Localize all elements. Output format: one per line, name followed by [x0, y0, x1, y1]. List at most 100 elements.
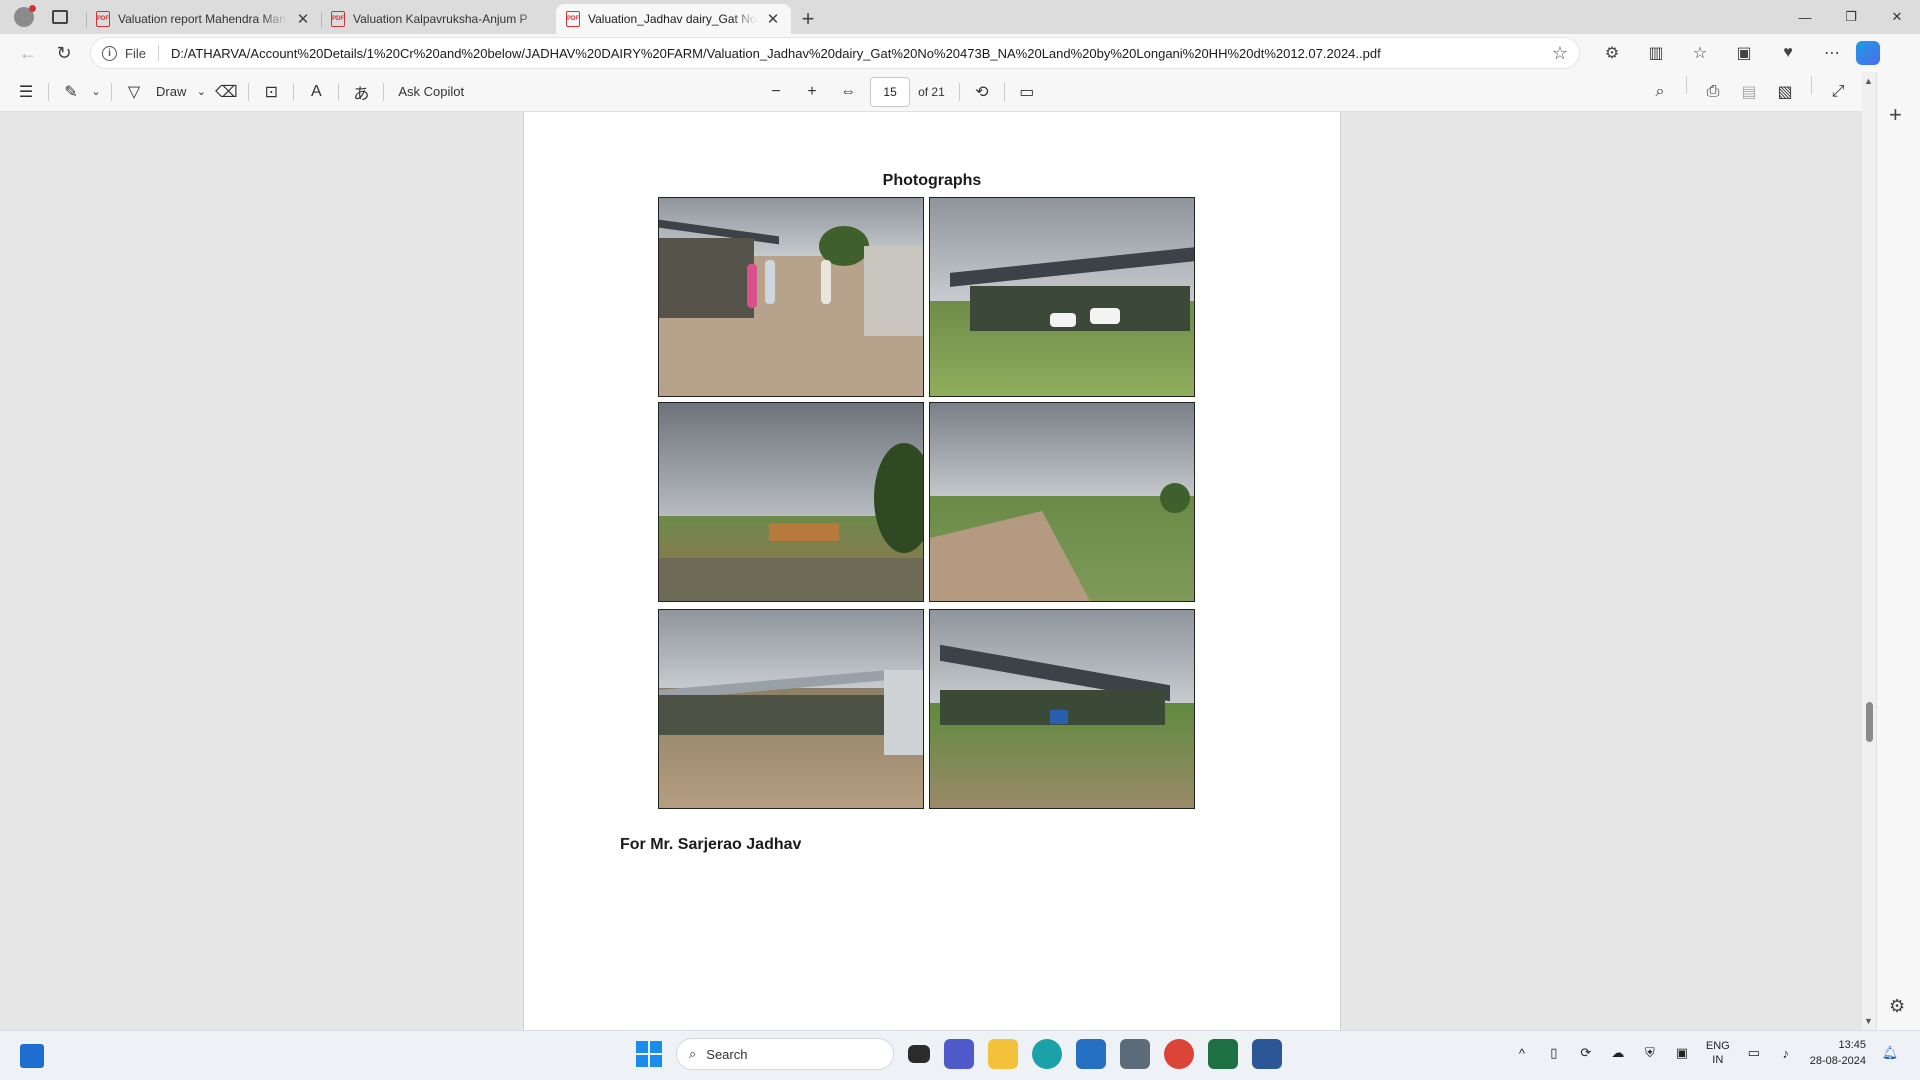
divider — [248, 82, 250, 101]
pdf-page: Photographs For Mr. Sarjerao Jadhav — [523, 112, 1341, 1030]
save-icon[interactable]: ▤ — [1733, 76, 1765, 108]
scroll-up-icon[interactable]: ▲ — [1864, 76, 1873, 86]
back-arrow-icon[interactable]: ← — [10, 37, 46, 69]
task-view-icon[interactable] — [908, 1045, 930, 1063]
contents-icon[interactable]: ☰ — [10, 76, 42, 108]
pdf-file-icon: PDF — [96, 11, 110, 27]
copilot-icon[interactable] — [1856, 41, 1880, 65]
calculator-icon[interactable] — [1120, 1039, 1150, 1069]
language-indicator[interactable]: ENG IN — [1706, 1039, 1730, 1067]
file-explorer-icon[interactable] — [988, 1039, 1018, 1069]
text-box-icon[interactable]: ⊡ — [255, 76, 287, 108]
network-icon[interactable]: ▭ — [1746, 1045, 1762, 1061]
cloud-icon[interactable]: ☁ — [1610, 1045, 1626, 1061]
photo-shed-and-lawn — [929, 609, 1195, 809]
photo-cows-under-shed — [929, 197, 1195, 397]
photo-pond-and-field — [658, 402, 924, 602]
close-tab-icon[interactable]: ✕ — [765, 10, 781, 28]
chevron-up-icon[interactable]: ^ — [1514, 1045, 1530, 1061]
scroll-down-icon[interactable]: ▼ — [1864, 1016, 1873, 1026]
language-code: ENG — [1705, 1040, 1730, 1052]
usb-icon[interactable]: ▯ — [1546, 1045, 1562, 1061]
collections-icon[interactable]: ▣ — [1726, 37, 1762, 69]
tab-valuation-jadhav-dairy[interactable]: PDF Valuation_Jadhav dairy_Gat No 4 ✕ — [556, 4, 791, 34]
taskbar-search-box[interactable]: ⌕ Search — [676, 1038, 894, 1070]
sidebar-settings-gear-icon[interactable]: ⚙ — [1889, 996, 1905, 1017]
chevron-down-icon[interactable]: ⌄ — [87, 76, 105, 108]
window-controls: — ❐ ✕ — [1782, 0, 1920, 34]
new-tab-button[interactable]: + — [791, 4, 825, 34]
address-bar[interactable]: i File D:/ATHARVA/Account%20Details/1%20… — [90, 37, 1580, 69]
photo-people-in-cattle-shed — [658, 197, 924, 397]
split-screen-icon[interactable]: ▥ — [1638, 37, 1674, 69]
draw-button[interactable]: Draw — [150, 76, 192, 108]
minimize-icon[interactable]: — — [1782, 0, 1828, 34]
divider — [111, 82, 112, 101]
zoom-in-icon[interactable]: + — [796, 76, 828, 108]
taskbar-center: ⌕ Search — [636, 1038, 1282, 1070]
divider — [157, 45, 159, 61]
favorite-star-icon[interactable]: ☆ — [1552, 43, 1568, 64]
rotate-icon[interactable]: ⟲ — [966, 76, 998, 108]
volume-icon[interactable]: ♪ — [1778, 1045, 1794, 1061]
fit-to-width-icon[interactable]: ⇔ — [832, 76, 864, 108]
page-number-input[interactable]: 15 — [870, 76, 911, 107]
browser-actions: ⚙ ▥ ☆ ▣ ♥ ⋯ — [1594, 37, 1850, 69]
close-tab-icon[interactable]: ✕ — [295, 10, 311, 28]
read-aloud-icon[interactable]: A — [300, 76, 332, 108]
zoom-out-icon[interactable]: − — [760, 76, 792, 108]
word-icon[interactable] — [1252, 1039, 1282, 1069]
info-icon[interactable]: i — [102, 45, 117, 61]
close-window-icon[interactable]: ✕ — [1874, 0, 1920, 34]
page-view-icon[interactable]: ▭ — [1011, 76, 1043, 108]
chrome-icon[interactable] — [1164, 1039, 1194, 1069]
divider — [48, 82, 49, 101]
search-icon[interactable]: ⌕ — [1644, 76, 1676, 108]
clock[interactable]: 13:45 28-08-2024 — [1810, 1037, 1866, 1069]
add-sidebar-app-icon[interactable]: + — [1889, 102, 1902, 128]
edge-browser-icon[interactable] — [1032, 1039, 1062, 1069]
draw-icon[interactable]: ▽ — [118, 76, 150, 108]
app-tray-icon[interactable]: ▣ — [1674, 1045, 1690, 1061]
pdf-viewport[interactable]: Photographs For Mr. Sarjerao Jadhav — [0, 112, 1862, 1030]
url-text[interactable]: D:/ATHARVA/Account%20Details/1%20Cr%20an… — [171, 46, 1552, 61]
pdf-toolbar: ☰ ✎ ⌄ ▽ Draw ⌄ ⌫ ⊡ A あ Ask Copilot − + ⇔… — [0, 72, 1920, 112]
microsoft-store-icon[interactable] — [1076, 1039, 1106, 1069]
pdf-toolbar-right: ⌕ ⎙ ▤ ▧ ⤢ ⚙ — [1644, 76, 1890, 108]
scheme-label: File — [125, 45, 146, 61]
tab-actions-icon[interactable] — [52, 10, 68, 24]
scrollbar-thumb[interactable] — [1866, 702, 1873, 742]
translate-icon[interactable]: あ — [345, 76, 377, 108]
tab-valuation-kalpavruksha[interactable]: PDF Valuation Kalpavruksha-Anjum P — [321, 4, 556, 34]
tab-strip: PDF Valuation report Mahendra Man ✕ PDF … — [0, 0, 1920, 34]
performance-icon[interactable]: ♥ — [1770, 37, 1806, 69]
teams-meet-icon[interactable] — [944, 1039, 974, 1069]
more-options-icon[interactable]: ⋯ — [1814, 37, 1850, 69]
refresh-icon[interactable]: ↻ — [46, 37, 82, 69]
start-windows-icon[interactable] — [636, 1041, 662, 1067]
system-tray: ^ ▯ ⟳ ☁ ⛨ ▣ ENG IN ▭ ♪ 13:45 28-08-2024 … — [1514, 1037, 1898, 1069]
widgets-icon[interactable] — [20, 1044, 44, 1068]
excel-icon[interactable] — [1208, 1039, 1238, 1069]
profile-avatar-icon[interactable] — [14, 5, 36, 27]
security-shield-icon[interactable]: ⛨ — [1642, 1045, 1658, 1061]
page-heading: Photographs — [882, 172, 982, 189]
extensions-icon[interactable]: ⚙ — [1594, 37, 1630, 69]
ask-copilot-button[interactable]: Ask Copilot — [390, 76, 472, 108]
print-icon[interactable]: ⎙ — [1697, 76, 1729, 108]
divider — [338, 82, 340, 101]
full-screen-icon[interactable]: ⤢ — [1822, 76, 1854, 108]
highlight-icon[interactable]: ✎ — [55, 76, 87, 108]
search-icon: ⌕ — [689, 1046, 697, 1061]
divider — [1811, 76, 1812, 94]
tab-valuation-mahendra[interactable]: PDF Valuation report Mahendra Man ✕ — [86, 4, 321, 34]
chevron-down-icon[interactable]: ⌄ — [192, 76, 210, 108]
save-as-icon[interactable]: ▧ — [1769, 76, 1801, 108]
eraser-icon[interactable]: ⌫ — [210, 76, 242, 108]
restore-icon[interactable]: ❐ — [1828, 0, 1874, 34]
notification-bell-icon[interactable]: 🔔︎ — [1882, 1045, 1899, 1061]
favorites-icon[interactable]: ☆ — [1682, 37, 1718, 69]
sync-icon[interactable]: ⟳ — [1578, 1045, 1594, 1061]
vertical-scrollbar[interactable]: ▲ ▼ — [1862, 72, 1876, 1030]
tab-title: Valuation_Jadhav dairy_Gat No 4 — [588, 12, 757, 26]
